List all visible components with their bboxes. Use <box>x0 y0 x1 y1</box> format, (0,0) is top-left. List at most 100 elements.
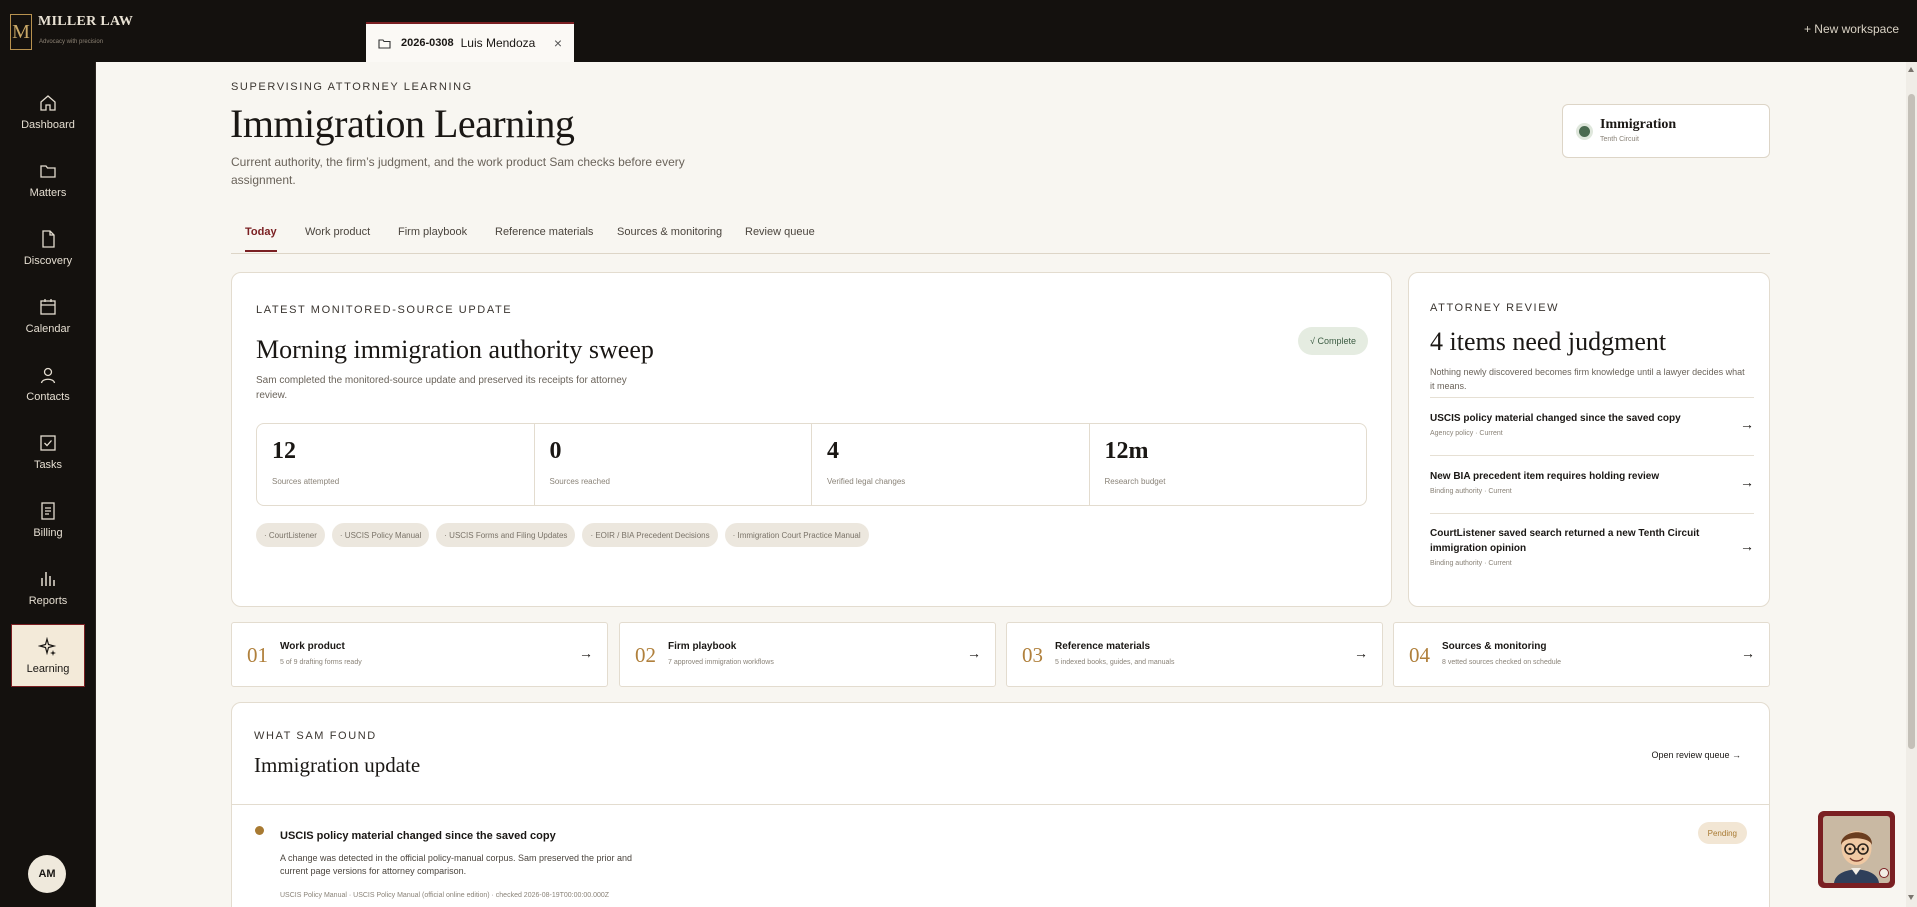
review-item[interactable]: New BIA precedent item requires holding … <box>1430 455 1754 513</box>
review-item-meta: Binding authority · Current <box>1430 488 1512 495</box>
finding-title[interactable]: USCIS policy material changed since the … <box>280 830 556 842</box>
scroll-up-arrow-icon[interactable] <box>1908 67 1914 72</box>
module-reference-materials[interactable]: 03 Reference materials 5 indexed books, … <box>1006 622 1383 687</box>
matter-tab[interactable]: 2026-0308 Luis Mendoza × <box>366 22 574 62</box>
practice-area-circuit: Tenth Circuit <box>1600 136 1639 143</box>
stat-sources-reached: 0 Sources reached <box>535 424 812 505</box>
sidebar: Dashboard Matters Discovery Calendar Con… <box>0 62 96 907</box>
module-number: 01 <box>247 643 268 667</box>
tab-review-queue[interactable]: Review queue <box>745 226 815 250</box>
sidebar-item-label: Contacts <box>26 390 70 403</box>
practice-area-selector[interactable]: Immigration Tenth Circuit <box>1562 104 1770 158</box>
source-chip[interactable]: · CourtListener <box>256 523 325 547</box>
stat-value: 4 <box>827 438 839 464</box>
module-subtitle: 5 indexed books, guides, and manuals <box>1055 659 1175 666</box>
review-item[interactable]: USCIS policy material changed since the … <box>1430 397 1754 455</box>
brand-logo[interactable]: M MILLER LAW Advocacy with precision <box>10 14 133 50</box>
source-chip[interactable]: · Immigration Court Practice Manual <box>724 523 869 547</box>
pending-status-dot <box>255 826 264 835</box>
module-firm-playbook[interactable]: 02 Firm playbook 7 approved immigration … <box>619 622 996 687</box>
learning-tabs: Today Work product Firm playbook Referen… <box>231 222 1770 254</box>
module-sources-monitoring[interactable]: 04 Sources & monitoring 8 vetted sources… <box>1393 622 1770 687</box>
scrollbar-thumb[interactable] <box>1908 94 1915 749</box>
module-subtitle: 5 of 9 drafting forms ready <box>280 659 362 666</box>
tab-sources-monitoring[interactable]: Sources & monitoring <box>617 226 722 250</box>
review-item-meta: Agency policy · Current <box>1430 430 1503 437</box>
sweep-stats: 12 Sources attempted 0 Sources reached 4… <box>256 423 1367 506</box>
arrow-right-icon: → <box>967 645 981 661</box>
folder-icon <box>40 164 56 178</box>
module-title: Reference materials <box>1055 641 1151 652</box>
module-title: Firm playbook <box>668 641 737 652</box>
tab-today[interactable]: Today <box>245 226 277 252</box>
card-title: Immigration update <box>254 753 421 777</box>
source-chip[interactable]: · USCIS Forms and Filing Updates <box>436 523 576 547</box>
page-eyebrow: SUPERVISING ATTORNEY LEARNING <box>231 81 473 93</box>
page-title: Immigration Learning <box>230 101 575 146</box>
new-workspace-button[interactable]: + New workspace <box>1804 22 1899 36</box>
module-title: Sources & monitoring <box>1442 641 1547 652</box>
source-chip[interactable]: · USCIS Policy Manual <box>331 523 430 547</box>
practice-area-name: Immigration <box>1600 117 1677 132</box>
tab-firm-playbook[interactable]: Firm playbook <box>398 226 467 250</box>
review-item[interactable]: CourtListener saved search returned a ne… <box>1430 513 1754 585</box>
arrow-right-icon: → <box>1741 645 1755 661</box>
home-icon <box>40 94 56 111</box>
stat-verified-changes: 4 Verified legal changes <box>812 424 1090 505</box>
sparkle-icon <box>38 636 57 656</box>
brand-tagline: Advocacy with precision <box>39 39 104 45</box>
sidebar-item-label: Matters <box>29 186 67 199</box>
finding-description: A change was detected in the official po… <box>280 853 633 876</box>
sidebar-item-dashboard[interactable]: Dashboard <box>11 80 85 143</box>
sidebar-item-discovery[interactable]: Discovery <box>11 216 85 279</box>
finding-meta: USCIS Policy Manual · USCIS Policy Manua… <box>280 892 610 899</box>
sidebar-item-contacts[interactable]: Contacts <box>11 352 85 415</box>
card-eyebrow: ATTORNEY REVIEW <box>1430 302 1560 314</box>
status-badge: √ Complete <box>1298 327 1368 355</box>
calendar-icon <box>40 298 56 315</box>
review-item-meta: Binding authority · Current <box>1430 560 1512 567</box>
scrollbar[interactable] <box>1906 62 1917 907</box>
sidebar-item-matters[interactable]: Matters <box>11 148 85 211</box>
matter-number: 2026-0308 <box>401 37 454 49</box>
arrow-right-icon: → <box>1740 416 1754 432</box>
module-work-product[interactable]: 01 Work product 5 of 9 drafting forms re… <box>231 622 608 687</box>
invoice-icon <box>41 501 55 520</box>
sidebar-item-billing[interactable]: Billing <box>11 488 85 551</box>
open-review-queue-link[interactable]: Open review queue → <box>1651 750 1741 760</box>
brand-name: MILLER LAW <box>38 14 134 29</box>
tab-reference-materials[interactable]: Reference materials <box>495 226 593 250</box>
arrow-right-icon: → <box>579 645 593 661</box>
sidebar-item-label: Calendar <box>25 322 71 335</box>
sidebar-item-learning[interactable]: Learning <box>11 624 85 687</box>
user-avatar[interactable]: AM <box>28 855 66 893</box>
sidebar-item-label: Dashboard <box>21 118 75 131</box>
card-description: Sam completed the monitored-source updat… <box>256 375 627 401</box>
online-status-dot <box>1879 868 1889 878</box>
card-title: 4 items need judgment <box>1430 327 1667 356</box>
status-dot <box>1579 126 1590 137</box>
close-icon[interactable]: × <box>554 35 562 51</box>
arrow-right-icon: → <box>1354 645 1368 661</box>
sidebar-item-reports[interactable]: Reports <box>11 556 85 619</box>
stat-research-budget: 12m Research budget <box>1090 424 1367 505</box>
source-chip[interactable]: · EOIR / BIA Precedent Decisions <box>582 523 718 547</box>
page-subtitle: Current authority, the firm’s judgment, … <box>231 155 685 187</box>
sidebar-item-calendar[interactable]: Calendar <box>11 284 85 347</box>
stat-value: 12m <box>1104 438 1149 464</box>
stat-label: Sources attempted <box>272 477 340 486</box>
tab-work-product[interactable]: Work product <box>305 226 370 250</box>
sidebar-item-label: Discovery <box>23 254 73 267</box>
card-eyebrow: WHAT SAM FOUND <box>254 730 377 742</box>
stat-value: 12 <box>272 438 296 464</box>
scroll-down-arrow-icon[interactable] <box>1908 895 1914 900</box>
sidebar-item-tasks[interactable]: Tasks <box>11 420 85 483</box>
findings-card: WHAT SAM FOUND Immigration update Open r… <box>231 702 1770 907</box>
card-title: Morning immigration authority sweep <box>256 335 654 364</box>
stat-label: Sources reached <box>549 477 610 486</box>
top-bar: M MILLER LAW Advocacy with precision 202… <box>0 0 1917 62</box>
module-number: 03 <box>1022 643 1043 667</box>
matter-client-name: Luis Mendoza <box>460 36 536 50</box>
card-eyebrow: LATEST MONITORED-SOURCE UPDATE <box>256 304 513 316</box>
module-number: 02 <box>635 643 656 667</box>
